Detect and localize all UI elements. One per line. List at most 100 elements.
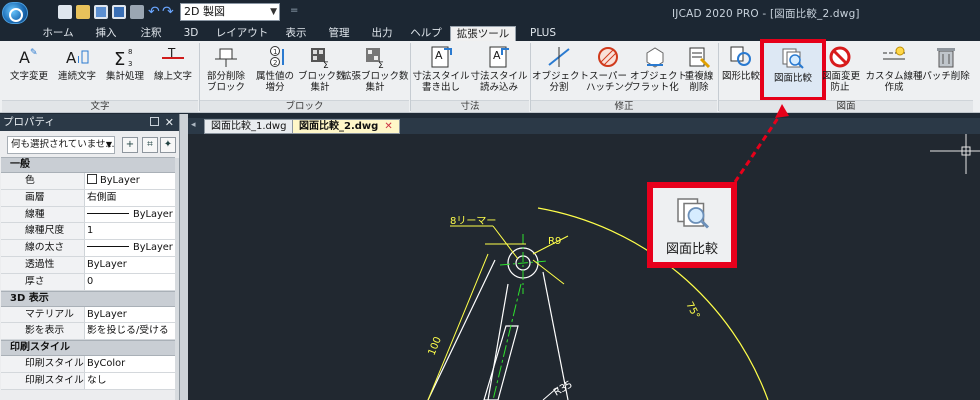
title-bar: ↶ ↷ 2D 製図 ▼ = IJCAD 2020 PRO - [図面比較_2.d… xyxy=(0,0,980,26)
doc-tab-1[interactable]: 図面比較_1.dwg xyxy=(204,119,294,134)
object-flatten-button[interactable]: オブジェクト フラット化 xyxy=(630,45,687,93)
centerline-arm xyxy=(492,283,522,400)
property-value: ByLayer xyxy=(133,242,173,254)
select-objects-icon[interactable]: ⌗ xyxy=(142,137,158,153)
doc-tab-label: 図面比較_1.dwg xyxy=(211,121,287,132)
super-hatch-button[interactable]: スーパー ハッチング xyxy=(586,45,634,93)
property-value: ByLayer xyxy=(87,258,127,270)
tab-plus[interactable]: PLUS xyxy=(524,26,562,41)
continuous-text-button[interactable]: AI 連続文字 xyxy=(54,45,100,82)
object-split-button[interactable]: オブジェクト 分割 xyxy=(532,45,589,93)
tab-3d[interactable]: 3D xyxy=(177,26,205,41)
custom-linetype-label-1: カスタム線種 xyxy=(865,71,923,82)
section-3d-display[interactable]: 3D 表示 xyxy=(1,290,175,307)
text-change-button[interactable]: A ✎ 文字変更 xyxy=(6,45,52,82)
patch-delete-button[interactable]: パッチ削除 xyxy=(920,45,972,82)
property-row-material[interactable]: マテリアル ByLayer xyxy=(1,306,175,324)
partial-delete-block-button[interactable]: 部分削除 ブロック xyxy=(202,45,250,93)
property-row-shadow[interactable]: 影を表示 影を投じる/受ける xyxy=(1,323,175,341)
property-row-thickness[interactable]: 厚さ 0 xyxy=(1,273,175,291)
property-value: 影を投じる/受ける xyxy=(87,325,169,337)
svg-text:8: 8 xyxy=(128,48,132,56)
block-count-label-1: ブロック数 xyxy=(298,71,346,82)
redo-icon[interactable]: ↷ xyxy=(162,5,178,19)
quick-select-icon[interactable]: ✦ xyxy=(160,137,176,153)
property-row-plot-style-table[interactable]: 印刷スタイル ...なし xyxy=(1,372,175,390)
dim-style-import-label-1: 寸法スタイル xyxy=(470,71,528,82)
shape-compare-button[interactable]: 図形比較 xyxy=(720,45,762,82)
group-label-drawing: 図面 xyxy=(719,100,973,112)
property-row-linetype[interactable]: 線種 ByLayer xyxy=(1,206,175,224)
property-row-transparency[interactable]: 透過性 ByLayer xyxy=(1,256,175,274)
property-value: 0 xyxy=(87,275,94,287)
duplicate-line-delete-button[interactable]: 重複線 削除 xyxy=(682,45,716,93)
app-logo-icon[interactable] xyxy=(2,2,28,24)
doc-tab-2[interactable]: 図面比較_2.dwg ✕ xyxy=(292,119,400,134)
property-row-color[interactable]: 色 ByLayer xyxy=(1,173,175,190)
new-document-icon[interactable] xyxy=(58,5,72,19)
block-count-button[interactable]: Σ ブロック数 集計 xyxy=(298,45,346,93)
tab-output[interactable]: 出力 xyxy=(364,26,400,41)
tab-scroll-left-icon[interactable]: ◂ xyxy=(191,120,196,130)
svg-text:A: A xyxy=(435,49,443,62)
extended-block-count-button[interactable]: Σ 拡張ブロック数 集計 xyxy=(342,45,409,93)
section-general[interactable]: 一般 xyxy=(1,157,175,173)
open-folder-icon[interactable] xyxy=(76,5,90,19)
custom-linetype-label-2: 作成 xyxy=(884,82,904,93)
dim-100-label: 100 xyxy=(427,335,444,357)
selection-row: 何も選択されていませ... ▼ + ⌗ ✦ xyxy=(0,131,179,157)
aggregate-button[interactable]: Σ8 3 集計処理 xyxy=(102,45,148,82)
tab-help[interactable]: ヘルプ xyxy=(408,26,444,41)
aggregate-label: 集計処理 xyxy=(105,71,144,82)
dim-style-import-button[interactable]: A 寸法スタイル 読み込み xyxy=(470,45,528,93)
print-icon[interactable] xyxy=(130,5,144,19)
duplicate-line-delete-label-2: 削除 xyxy=(689,82,709,93)
crosshair-cursor xyxy=(930,134,980,174)
custom-linetype-button[interactable]: カスタム線種 作成 xyxy=(860,45,928,93)
dim-style-export-button[interactable]: A 寸法スタイル 書き出し xyxy=(412,45,470,93)
arm-outline-inner xyxy=(487,283,509,400)
tab-insert[interactable]: 挿入 xyxy=(88,26,124,41)
slot-outline xyxy=(483,325,519,400)
text-change-label: 文字変更 xyxy=(9,71,48,82)
property-row-layer[interactable]: 画層 右側面 xyxy=(1,189,175,207)
selection-dropdown[interactable]: 何も選択されていませ... ▼ xyxy=(7,136,115,154)
section-plot-style[interactable]: 印刷スタイル xyxy=(1,340,175,357)
panel-splitter[interactable] xyxy=(180,114,188,400)
drawing-canvas[interactable]: 75° 8リーマー R9 100 R35 xyxy=(188,134,980,400)
angle-dimension-label: 75° xyxy=(683,300,701,321)
tab-annotate[interactable]: 注釈 xyxy=(132,26,170,41)
properties-header: プロパティ ✕ xyxy=(0,114,179,131)
svg-text:✎: ✎ xyxy=(30,48,38,58)
property-row-plot-style[interactable]: 印刷スタイル ByColor xyxy=(1,356,175,373)
workspace-select[interactable]: 2D 製図 ▼ xyxy=(180,3,280,21)
drawing-compare-button[interactable]: 図面比較 xyxy=(760,39,826,101)
callout-label: 図面比較 xyxy=(665,242,718,257)
pin-icon[interactable] xyxy=(150,117,159,126)
tab-home[interactable]: ホーム xyxy=(37,26,79,41)
close-icon[interactable]: ✕ xyxy=(165,114,174,131)
tab-view[interactable]: 表示 xyxy=(278,26,314,41)
property-row-lineweight[interactable]: 線の太さ ByLayer xyxy=(1,240,175,257)
close-tab-icon[interactable]: ✕ xyxy=(384,121,392,132)
quick-access-customize[interactable]: = xyxy=(290,5,298,16)
save-icon[interactable] xyxy=(94,5,108,19)
property-key: 線の太さ xyxy=(1,240,85,256)
extended-block-count-icon: Σ xyxy=(363,45,387,71)
save-as-icon[interactable] xyxy=(112,5,126,19)
linetype-sample xyxy=(87,212,129,214)
properties-scrollbar[interactable] xyxy=(175,158,179,400)
arm-outline-right xyxy=(542,271,569,400)
ribbon-tab-row: ホーム 挿入 注釈 3D レイアウト 表示 管理 出力 ヘルプ 拡張ツール PL… xyxy=(0,26,980,42)
property-row-linetype-scale[interactable]: 線種尺度 1 xyxy=(1,223,175,241)
line-text-button[interactable]: T 線上文字 xyxy=(150,45,196,82)
svg-text:T: T xyxy=(167,46,176,60)
color-swatch xyxy=(87,174,97,184)
toggle-pickadd-icon[interactable]: + xyxy=(122,137,138,153)
tab-extension-tools[interactable]: 拡張ツール xyxy=(450,26,516,42)
drawing-change-prevent-button[interactable]: 図面変更 防止 xyxy=(822,45,860,93)
tab-layout[interactable]: レイアウト xyxy=(212,26,272,41)
property-key: 画層 xyxy=(1,189,85,206)
tab-manage[interactable]: 管理 xyxy=(321,26,357,41)
attribute-increment-button[interactable]: 12 属性値の 増分 xyxy=(252,45,298,93)
